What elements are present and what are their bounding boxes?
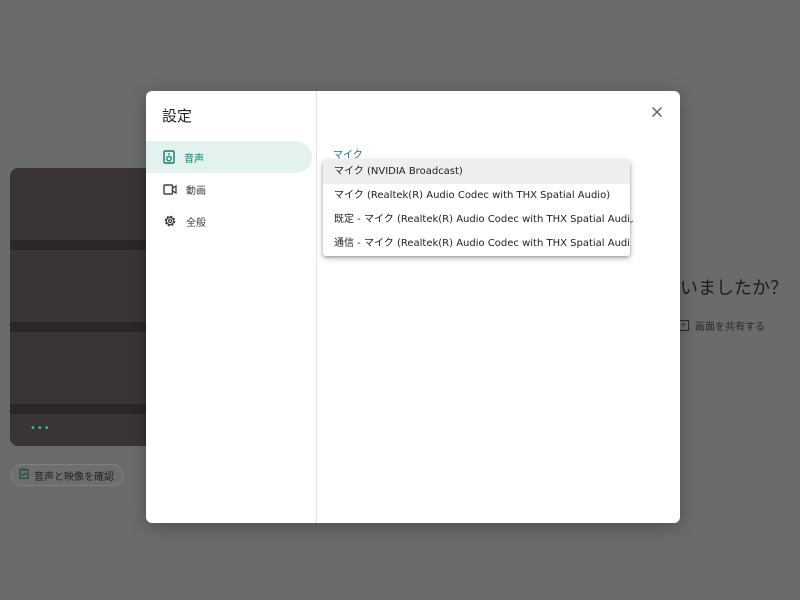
microphone-option[interactable]: 通信 - マイク (Realtek(R) Audio Codec with TH… — [323, 232, 630, 256]
settings-nav: 音声 動画 全般 — [146, 141, 312, 237]
close-icon — [651, 103, 663, 122]
nav-item-label: 音声 — [184, 153, 204, 165]
nav-item-video[interactable]: 動画 — [146, 173, 312, 205]
check-audio-video-button[interactable]: 音声と映像を確認 — [11, 464, 124, 486]
close-button[interactable] — [646, 101, 668, 123]
settings-dialog: 設定 音声 動画 全般 マイク ⌄ — [146, 91, 680, 523]
settings-sidebar: 設定 音声 動画 全般 — [146, 91, 317, 523]
dialog-title: 設定 — [162, 107, 193, 125]
microphone-dropdown: マイク (NVIDIA Broadcast) マイク (Realtek(R) A… — [323, 160, 630, 256]
nav-item-label: 動画 — [186, 185, 206, 197]
video-indicator: ••• — [30, 423, 51, 434]
microphone-option[interactable]: マイク (Realtek(R) Audio Codec with THX Spa… — [323, 184, 630, 208]
check-audio-video-label: 音声と映像を確認 — [34, 471, 114, 483]
nav-item-general[interactable]: 全般 — [146, 205, 312, 237]
microphone-label: マイク — [333, 150, 363, 161]
share-screen-label: 画面を共有する — [695, 322, 765, 333]
clipboard-check-icon — [19, 468, 29, 482]
background-heading: いましたか？ — [680, 278, 788, 299]
speaker-icon — [163, 150, 175, 164]
microphone-option[interactable]: マイク (NVIDIA Broadcast) — [323, 160, 630, 184]
video-preview: ••• — [10, 168, 160, 446]
microphone-option[interactable]: 既定 - マイク (Realtek(R) Audio Codec with TH… — [323, 208, 630, 232]
share-screen-button[interactable]: + 画面を共有する — [678, 318, 765, 333]
settings-content: マイク ⌄ — [317, 91, 680, 523]
nav-item-audio[interactable]: 音声 — [146, 141, 312, 173]
nav-item-label: 全般 — [186, 217, 206, 229]
gear-icon — [163, 214, 177, 228]
video-camera-icon — [163, 183, 177, 195]
